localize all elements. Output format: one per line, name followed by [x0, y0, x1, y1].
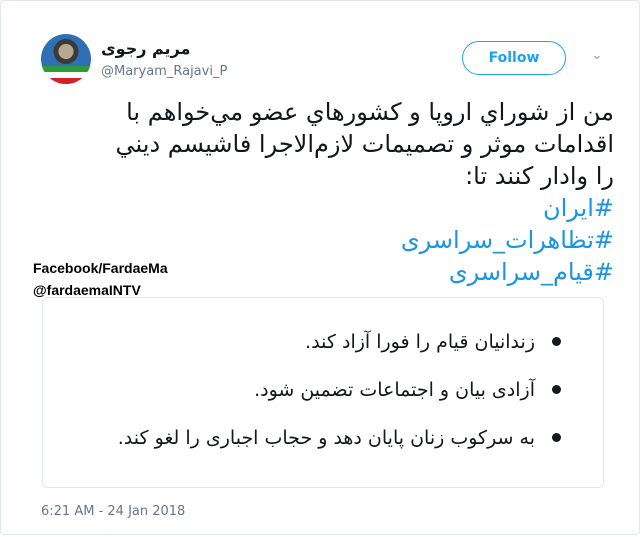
list-item-text: آزادی بیان و اجتماعات تضمین شود. — [254, 379, 535, 401]
tweet-timestamp[interactable]: 6:21 AM - 24 Jan 2018 — [41, 504, 185, 519]
list-item-text: به سرکوب زنان پایان دهد و حجاب اجباری را… — [117, 427, 535, 449]
list-item: آزادی بیان و اجتماعات تضمین شود. — [118, 378, 561, 402]
attached-image-card[interactable]: زندانیان قیام را فورا آزاد کند. آزادی بی… — [42, 297, 604, 488]
tweet-container: مریم رجوی @Maryam_Rajavi_P Follow ⌄ من ا… — [0, 0, 640, 535]
list-item: زندانیان قیام را فورا آزاد کند. — [118, 330, 561, 354]
list-item: به سرکوب زنان پایان دهد و حجاب اجباری را… — [118, 426, 561, 450]
author-handle[interactable]: @Maryam_Rajavi_P — [101, 64, 227, 79]
tweet-text-line: اقدامات موثر و تصميمات لازم‌الاجرا فاشيس… — [115, 130, 614, 158]
bullet-icon — [552, 385, 561, 394]
watermark-line: Facebook/FardaeMa — [33, 260, 168, 276]
demands-list: زندانیان قیام را فورا آزاد کند. آزادی بی… — [118, 330, 561, 474]
follow-button[interactable]: Follow — [462, 41, 566, 75]
watermark: Facebook/FardaeMa @fardaemaINTV — [33, 257, 168, 301]
bullet-icon — [552, 337, 561, 346]
avatar[interactable] — [41, 34, 91, 84]
author-display-name[interactable]: مریم رجوی — [101, 39, 190, 58]
tweet-text-line: من از شوراي اروپا و كشورهاي عضو مي‌خواهم… — [126, 98, 614, 126]
list-item-text: زندانیان قیام را فورا آزاد کند. — [305, 331, 535, 353]
hashtag-link[interactable]: #تظاهرات_سراسری — [31, 224, 614, 256]
flag-graphic — [41, 66, 91, 84]
tweet-text-line: را وادار كنند تا: — [465, 162, 614, 190]
bullet-icon — [552, 433, 561, 442]
chevron-down-icon[interactable]: ⌄ — [589, 48, 605, 64]
hashtag-link[interactable]: #ایران — [31, 192, 614, 224]
